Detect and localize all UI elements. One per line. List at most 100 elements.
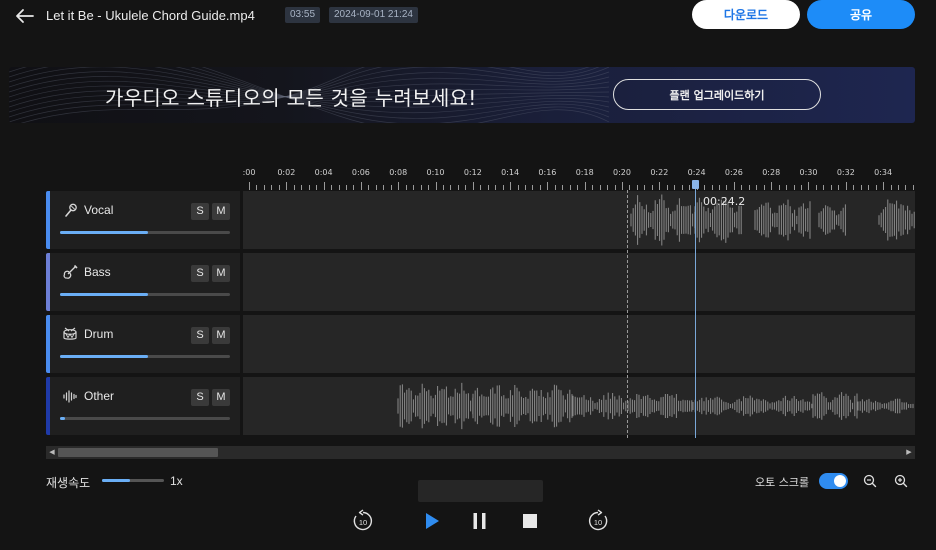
- ruler-tick: [674, 185, 675, 190]
- ruler-tick: [734, 182, 735, 190]
- waveform: [243, 315, 915, 373]
- ruler-tick: [838, 185, 839, 190]
- track-header-other[interactable]: Other S M: [46, 377, 240, 435]
- ruler-tick: [413, 185, 414, 190]
- speed-slider-fill: [102, 479, 130, 482]
- scroll-left-icon[interactable]: ◀: [47, 448, 57, 457]
- track-name: Other: [84, 389, 115, 403]
- ruler-tick: [540, 185, 541, 190]
- ruler-tick: [428, 185, 429, 190]
- ruler-tick: [615, 185, 616, 190]
- mute-button[interactable]: M: [212, 203, 230, 220]
- ruler-tick: [585, 182, 586, 190]
- ruler-tick: [846, 182, 847, 190]
- ruler-tick: [704, 185, 705, 190]
- upgrade-plan-button[interactable]: 플랜 업그레이드하기: [613, 79, 821, 110]
- ruler-tick: [286, 182, 287, 190]
- ruler-tick: [547, 182, 548, 190]
- timeline-ruler[interactable]: :00 0:02 0:04 0:06 0:08 0:10 0:12 0:14 0:16 0:18 0…: [243, 166, 915, 190]
- mute-button[interactable]: M: [212, 327, 230, 344]
- ruler-tick: [361, 182, 362, 190]
- ruler-tick: [779, 185, 780, 190]
- ruler-tick: [905, 185, 906, 190]
- ruler-tick: [271, 185, 272, 190]
- ruler-tick-label: 0:06: [351, 168, 370, 177]
- ruler-tick: [368, 185, 369, 190]
- ruler-tick: [465, 185, 466, 190]
- ruler-tick: [823, 185, 824, 190]
- ruler-tick: [339, 185, 340, 190]
- track-volume-slider[interactable]: [60, 355, 230, 358]
- ruler-tick-label: 0:04: [314, 168, 333, 177]
- solo-button[interactable]: S: [191, 203, 209, 220]
- track-volume-slider[interactable]: [60, 231, 230, 234]
- zoom-in-icon[interactable]: [893, 473, 909, 489]
- ruler-tick-label: 0:02: [277, 168, 296, 177]
- ruler-tick: [913, 185, 914, 190]
- track-lane-drum[interactable]: [243, 315, 915, 373]
- ruler-tick-label: 0:22: [650, 168, 669, 177]
- track-name: Bass: [84, 265, 111, 279]
- mute-button[interactable]: M: [212, 265, 230, 282]
- track-header-vocal[interactable]: Vocal S M: [46, 191, 240, 249]
- ruler-tick: [488, 185, 489, 190]
- ruler-tick-label: 0:32: [836, 168, 855, 177]
- playhead-line[interactable]: [695, 180, 696, 438]
- scrollbar-thumb[interactable]: [58, 448, 218, 457]
- track-volume-slider[interactable]: [60, 417, 230, 420]
- ruler-tick: [256, 185, 257, 190]
- solo-button[interactable]: S: [191, 327, 209, 344]
- ruler-tick: [331, 185, 332, 190]
- back-arrow-icon[interactable]: [13, 6, 35, 26]
- solo-button[interactable]: S: [191, 389, 209, 406]
- ruler-tick: [682, 185, 683, 190]
- forward-10-icon[interactable]: 10: [585, 508, 611, 534]
- ruler-tick: [629, 185, 630, 190]
- ruler-tick: [421, 185, 422, 190]
- ruler-tick-label: 0:34: [874, 168, 893, 177]
- stop-icon[interactable]: [517, 508, 543, 534]
- track-accent-bar: [46, 315, 50, 373]
- pause-icon[interactable]: [467, 508, 493, 534]
- scroll-right-icon[interactable]: ▶: [904, 448, 914, 457]
- solo-button[interactable]: S: [191, 265, 209, 282]
- track-lane-vocal[interactable]: [243, 191, 915, 249]
- ruler-tick: [831, 185, 832, 190]
- track-volume-slider[interactable]: [60, 293, 230, 296]
- ruler-tick: [570, 185, 571, 190]
- zoom-out-icon[interactable]: [862, 473, 878, 489]
- ruler-tick: [853, 185, 854, 190]
- playhead-handle[interactable]: [692, 180, 699, 189]
- microphone-icon: [65, 203, 77, 217]
- autoscroll-toggle[interactable]: [819, 473, 848, 489]
- waveform: [243, 253, 915, 311]
- track-accent-bar: [46, 253, 50, 311]
- horizontal-scrollbar[interactable]: ◀ ▶: [46, 446, 915, 459]
- faded-toast: [418, 480, 543, 502]
- mute-button[interactable]: M: [212, 389, 230, 406]
- track-volume-fill: [60, 231, 149, 234]
- playback-speed-slider[interactable]: [102, 479, 164, 482]
- ruler-tick-label: 0:20: [613, 168, 631, 177]
- track-lane-other[interactable]: [243, 377, 915, 435]
- ruler-tick: [667, 185, 668, 190]
- ruler-tick: [689, 185, 690, 190]
- rewind-10-icon[interactable]: 10: [350, 508, 376, 534]
- track-header-drum[interactable]: Drum S M: [46, 315, 240, 373]
- ruler-tick: [719, 185, 720, 190]
- loop-marker-line[interactable]: [627, 190, 628, 438]
- share-button[interactable]: 공유: [807, 0, 915, 29]
- ruler-tick: [510, 182, 511, 190]
- track-lane-bass[interactable]: [243, 253, 915, 311]
- ruler-tick: [443, 185, 444, 190]
- download-button[interactable]: 다운로드: [692, 0, 800, 29]
- ruler-tick: [622, 182, 623, 190]
- ruler-tick-label: :00: [243, 168, 256, 177]
- play-icon[interactable]: [419, 508, 445, 534]
- ruler-tick: [398, 182, 399, 190]
- ruler-tick: [637, 185, 638, 190]
- track-header-bass[interactable]: Bass S M: [46, 253, 240, 311]
- ruler-tick-label: 0:18: [575, 168, 594, 177]
- ruler-tick: [383, 185, 384, 190]
- ruler-tick-label: 0:16: [538, 168, 557, 177]
